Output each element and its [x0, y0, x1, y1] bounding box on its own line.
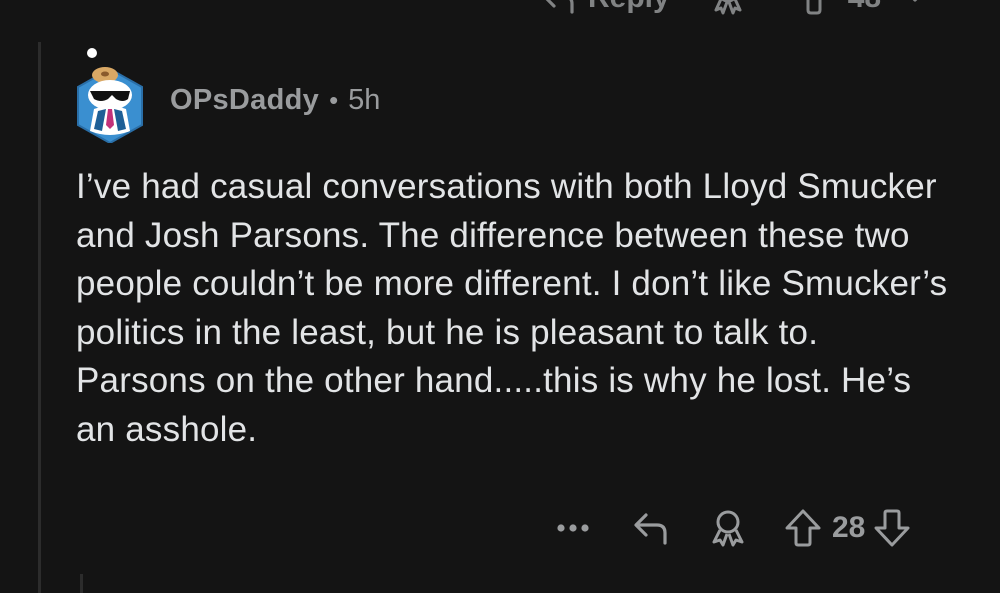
- avatar[interactable]: [72, 45, 148, 145]
- previous-score: 48: [848, 0, 881, 15]
- downvote-arrow-icon[interactable]: [895, 0, 935, 16]
- comment-actions: 28: [556, 505, 911, 551]
- previous-comment-actions: Reply 48: [540, 0, 935, 18]
- reply-arrow-icon: [634, 513, 667, 545]
- thread-guide-line[interactable]: [38, 42, 41, 593]
- comment-text: I’ve had casual conversations with both …: [76, 167, 948, 449]
- more-options-button[interactable]: [556, 522, 590, 534]
- upvote-arrow-icon: [785, 509, 821, 547]
- upvote-button[interactable]: [784, 508, 822, 548]
- more-options-icon: [557, 524, 589, 532]
- downvote-arrow-icon: [874, 509, 910, 547]
- comment-age: 5h: [348, 84, 381, 116]
- username[interactable]: OPsDaddy: [170, 84, 319, 117]
- comment-thread: Reply 48: [0, 0, 1000, 593]
- award-icon: [712, 510, 744, 547]
- comment-header: OPsDaddy • 5h: [170, 84, 380, 117]
- downvote-button[interactable]: [873, 508, 911, 548]
- award-icon[interactable]: [710, 0, 746, 16]
- child-thread-guide-line[interactable]: [80, 574, 83, 593]
- previous-reply-label: Reply: [588, 0, 670, 15]
- reply-button[interactable]: [632, 509, 670, 547]
- separator-dot: •: [329, 85, 339, 115]
- previous-reply-button[interactable]: Reply: [540, 0, 670, 16]
- vote-score: 28: [832, 511, 866, 544]
- reply-arrow-icon: [545, 0, 574, 14]
- award-button[interactable]: [710, 509, 746, 547]
- comment-body: I’ve had casual conversations with both …: [76, 163, 956, 454]
- snoo-avatar-icon: [77, 48, 143, 145]
- upvote-arrow-icon[interactable]: [796, 0, 832, 16]
